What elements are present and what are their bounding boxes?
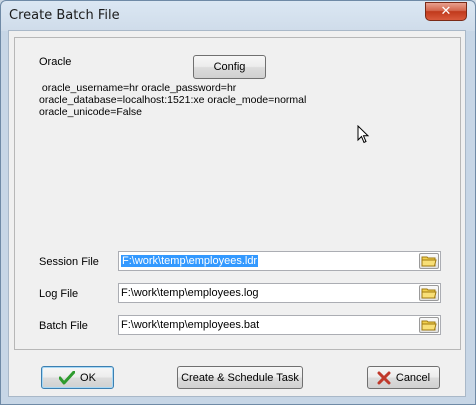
batch-file-browse-button[interactable] [419,317,439,333]
cancel-button[interactable]: Cancel [367,366,440,389]
connection-info-line: oracle_database=localhost:1521:xe oracle… [39,94,307,106]
batch-file-label: Batch File [39,320,88,332]
config-button-label: Config [213,61,246,73]
connection-info-line: oracle_username=hr oracle_password=hr [39,82,237,94]
folder-icon [421,320,437,331]
config-button[interactable]: Config [193,55,266,79]
cancel-x-icon [377,371,391,385]
log-file-field[interactable]: F:\work\temp\employees.log [118,283,441,303]
folder-icon [421,256,437,267]
session-file-value: F:\work\temp\employees.ldr [121,255,259,267]
mouse-cursor-icon [357,125,370,144]
oracle-label: Oracle [39,56,72,68]
log-file-label: Log File [39,288,79,300]
create-schedule-task-label: Create & Schedule Task [181,371,299,384]
cancel-button-label: Cancel [395,371,431,384]
close-icon: ✕ [440,4,452,19]
connection-info: oracle_username=hr oracle_password=hr or… [39,82,306,118]
title-bar[interactable]: Create Batch File ✕ [1,1,475,31]
batch-file-value: F:\work\temp\employees.bat [121,319,260,331]
folder-icon [421,288,437,299]
close-button[interactable]: ✕ [425,2,467,21]
log-file-value: F:\work\temp\employees.log [121,287,259,299]
checkmark-icon [59,370,76,385]
session-file-label: Session File [39,256,99,268]
session-file-field[interactable]: F:\work\temp\employees.ldr [118,251,441,271]
create-schedule-task-button[interactable]: Create & Schedule Task [177,366,303,389]
ok-button[interactable]: OK [41,366,114,389]
batch-file-field[interactable]: F:\work\temp\employees.bat [118,315,441,335]
window-title: Create Batch File [9,8,120,23]
ok-button-label: OK [80,371,96,384]
session-file-browse-button[interactable] [419,253,439,269]
log-file-browse-button[interactable] [419,285,439,301]
connection-info-line: oracle_unicode=False [39,106,143,118]
